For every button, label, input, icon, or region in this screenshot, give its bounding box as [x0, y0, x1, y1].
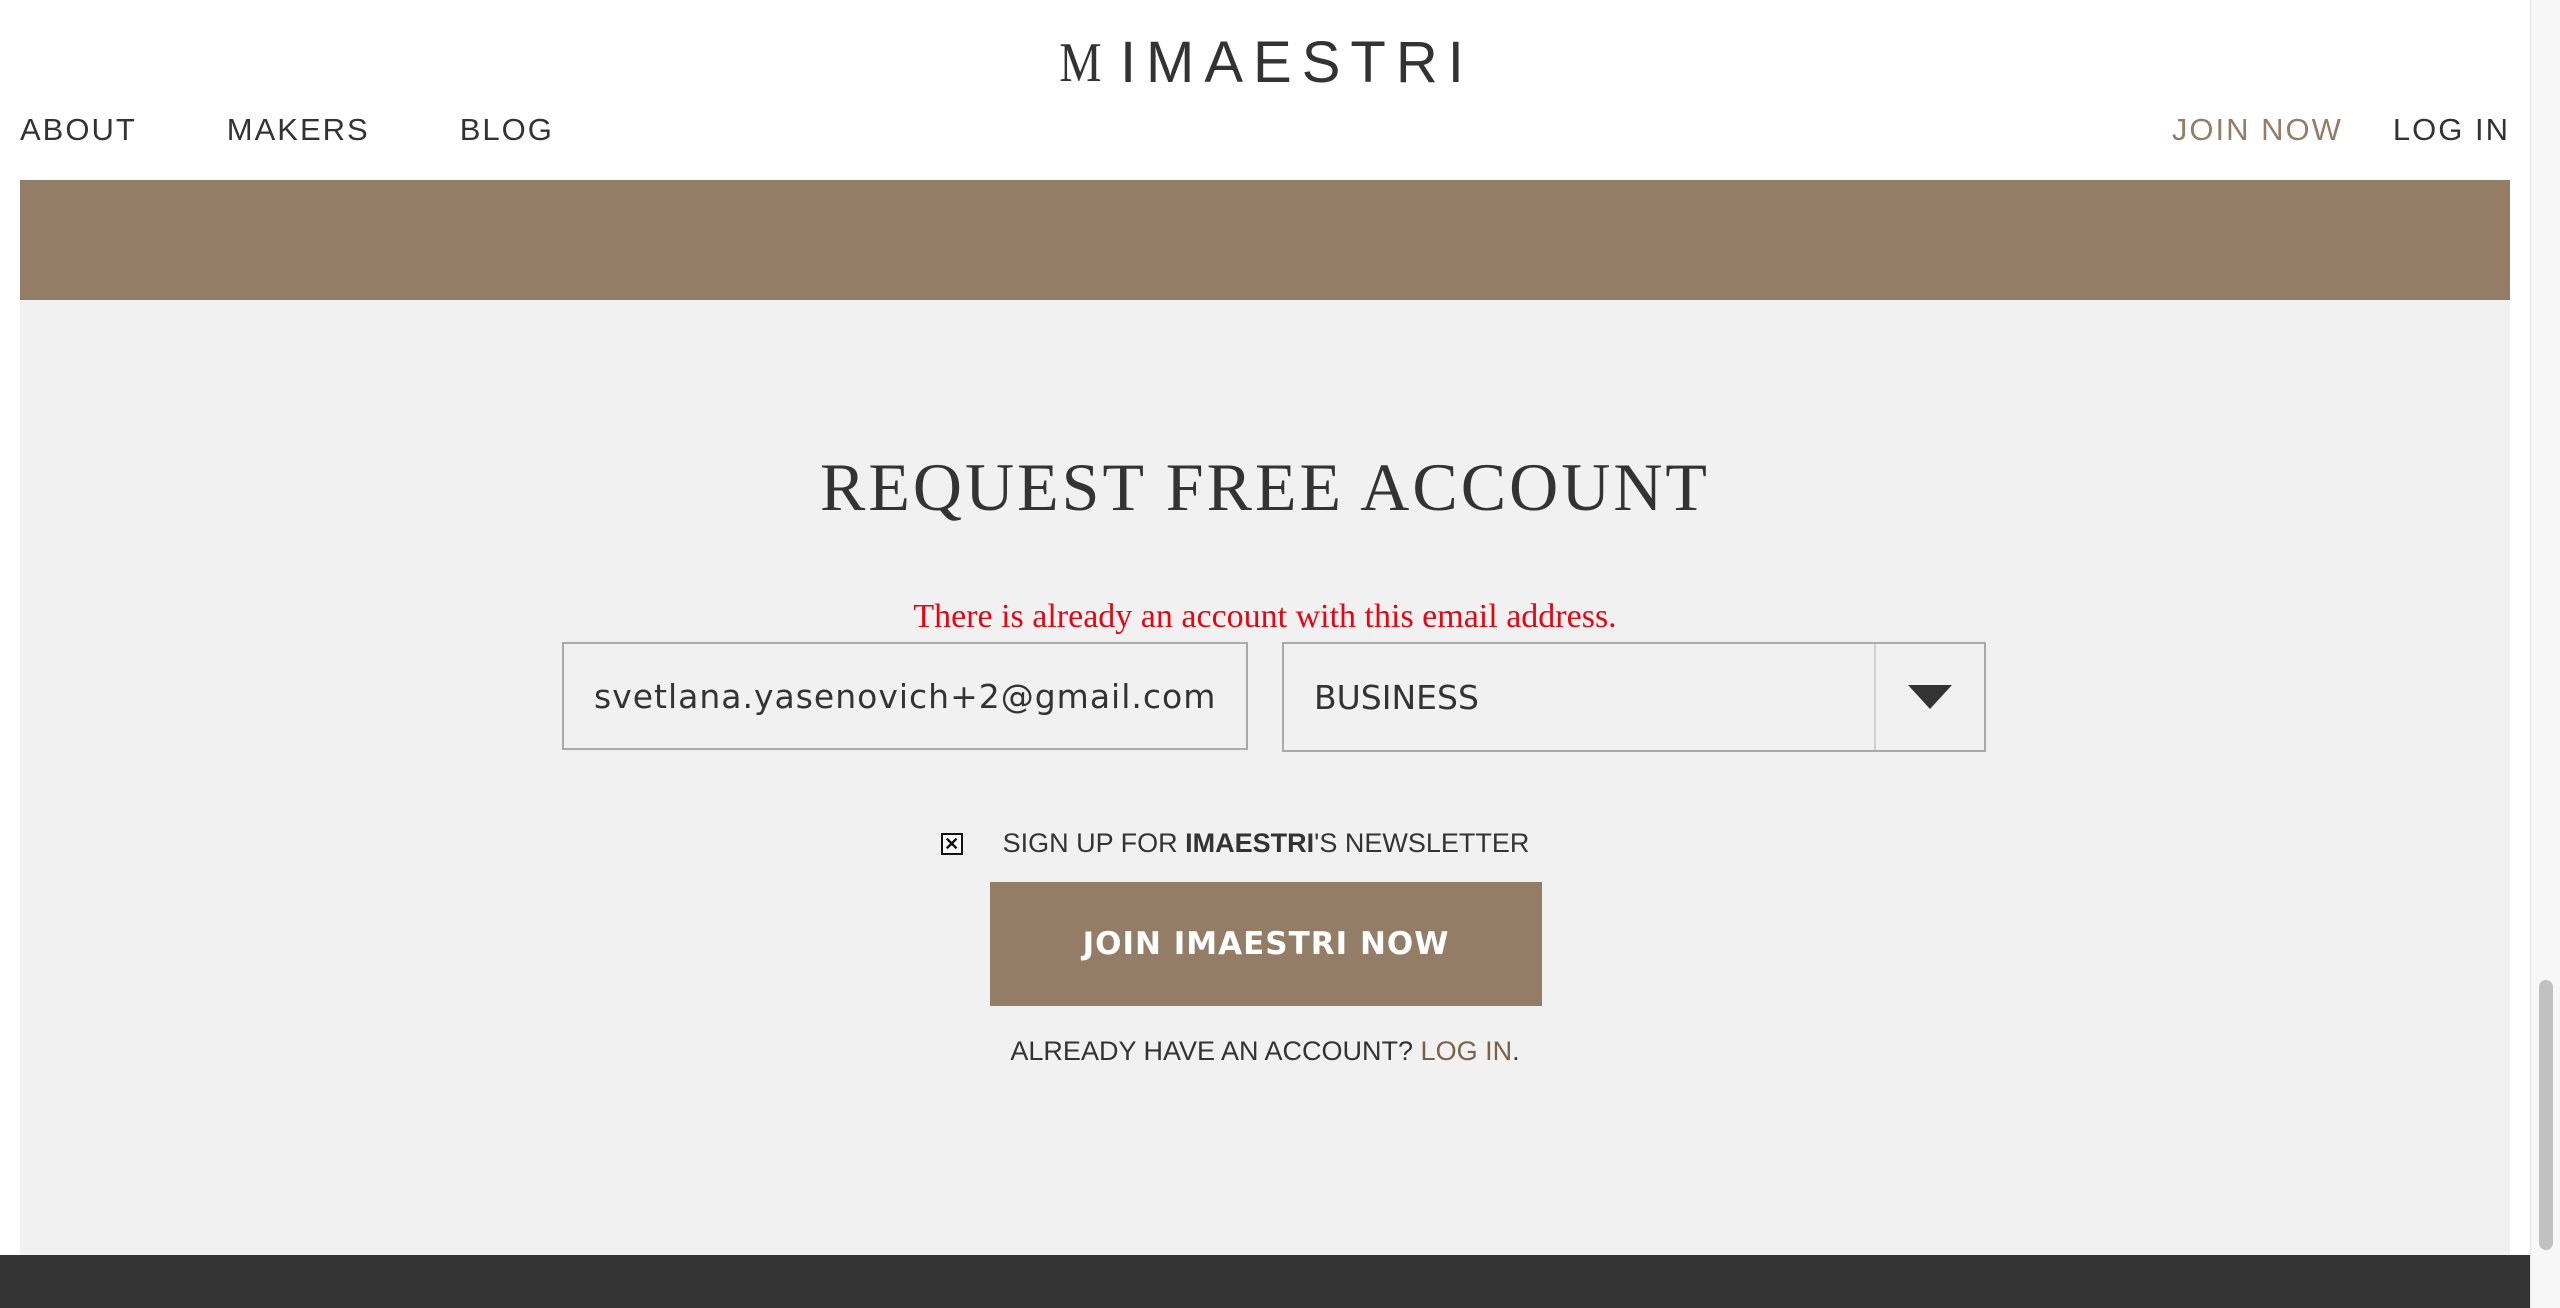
site-logo[interactable]: M IMAESTRI: [0, 30, 2530, 95]
nav-join-now-link[interactable]: JOIN NOW: [2172, 112, 2343, 148]
scrollbar[interactable]: [2530, 0, 2560, 1308]
nav-log-in-link[interactable]: LOG IN: [2393, 112, 2510, 148]
login-link[interactable]: LOG IN: [1421, 1036, 1513, 1066]
email-field[interactable]: [562, 642, 1248, 750]
hero-banner: [20, 180, 2510, 300]
nav-makers-link[interactable]: MAKERS: [227, 112, 370, 148]
main-nav: ABOUT MAKERS BLOG: [20, 112, 554, 148]
already-account-text: ALREADY HAVE AN ACCOUNT?: [1010, 1036, 1421, 1066]
signup-panel: REQUEST FREE ACCOUNT There is already an…: [20, 300, 2510, 1255]
account-type-value: BUSINESS: [1314, 677, 1479, 717]
footer-bar: [0, 1255, 2530, 1308]
page-title: REQUEST FREE ACCOUNT: [820, 449, 1710, 525]
login-prompt: ALREADY HAVE AN ACCOUNT? LOG IN.: [1010, 1036, 1520, 1066]
nav-blog-link[interactable]: BLOG: [460, 112, 554, 148]
chevron-down-icon: [1908, 685, 1952, 709]
newsletter-label[interactable]: SIGN UP FOR IMAESTRI'S NEWSLETTER: [1003, 828, 1530, 859]
join-button[interactable]: JOIN IMAESTRI NOW: [990, 882, 1542, 1006]
scrollbar-thumb[interactable]: [2539, 980, 2553, 1250]
account-type-select[interactable]: BUSINESS: [1282, 642, 1986, 752]
page: M IMAESTRI ABOUT MAKERS BLOG JOIN NOW LO…: [0, 0, 2560, 1308]
checkmark-x-icon: ✕: [944, 833, 960, 854]
logo-text: IMAESTRI: [1119, 30, 1474, 95]
account-nav: JOIN NOW LOG IN: [2172, 112, 2510, 148]
error-message: There is already an account with this em…: [913, 598, 1617, 635]
newsletter-checkbox[interactable]: ✕: [940, 832, 963, 855]
nav-about-link[interactable]: ABOUT: [20, 112, 137, 148]
logo-mark-icon: M: [1059, 32, 1101, 94]
newsletter-option: ✕ SIGN UP FOR IMAESTRI'S NEWSLETTER: [20, 828, 2510, 859]
dropdown-button[interactable]: [1874, 644, 1984, 750]
